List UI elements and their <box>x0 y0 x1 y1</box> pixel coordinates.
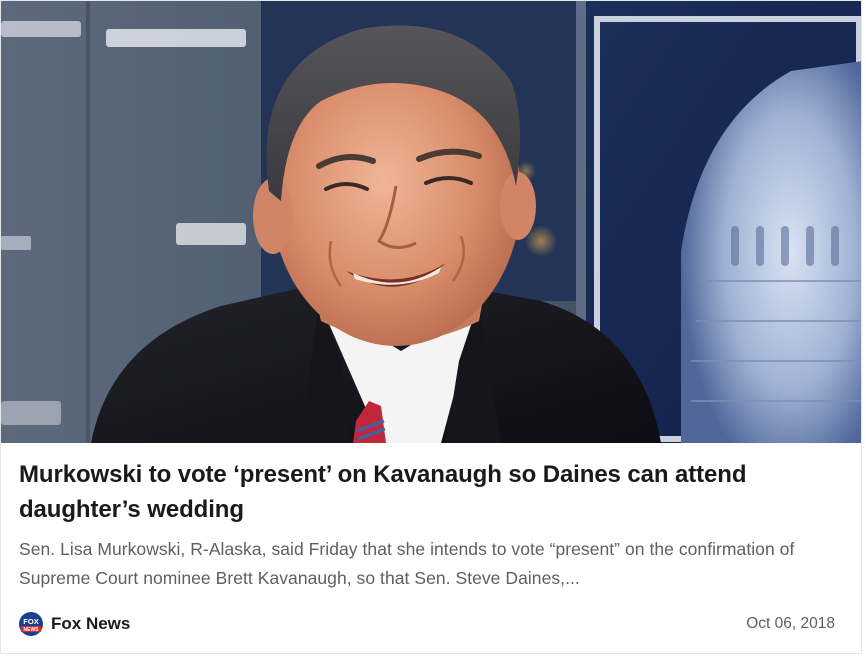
news-source[interactable]: FOX NEWS Fox News <box>19 612 130 636</box>
article-text: Murkowski to vote ‘present’ on Kavanaugh… <box>19 457 839 593</box>
svg-text:NEWS: NEWS <box>24 627 40 633</box>
news-card[interactable]: Murkowski to vote ‘present’ on Kavanaugh… <box>0 0 862 654</box>
source-name[interactable]: Fox News <box>51 614 130 634</box>
article-footer: FOX NEWS Fox News Oct 06, 2018 <box>19 611 835 637</box>
publish-date: Oct 06, 2018 <box>746 615 835 632</box>
article-headline[interactable]: Murkowski to vote ‘present’ on Kavanaugh… <box>19 457 839 527</box>
fox-news-logo-icon: FOX NEWS <box>19 612 43 636</box>
svg-text:FOX: FOX <box>23 617 38 626</box>
article-snippet: Sen. Lisa Murkowski, R-Alaska, said Frid… <box>19 539 795 588</box>
article-image[interactable] <box>1 1 861 443</box>
article-photo <box>1 1 861 443</box>
